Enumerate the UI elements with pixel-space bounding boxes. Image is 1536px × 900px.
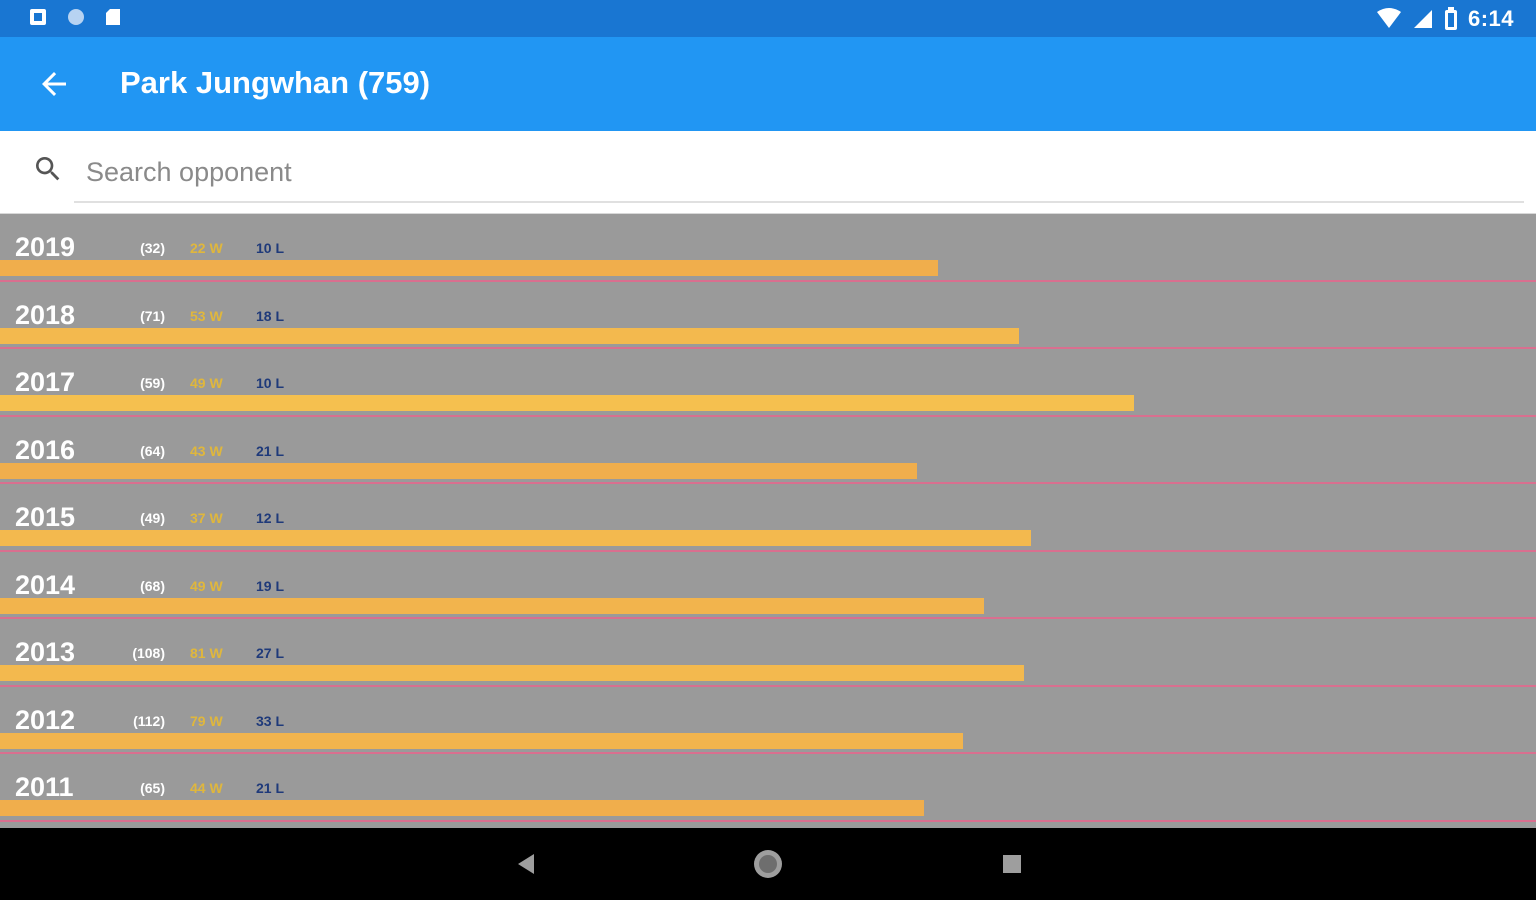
win-rate-bar [0, 462, 917, 479]
status-time: 6:14 [1467, 6, 1514, 31]
year-label: 2013 [15, 637, 76, 667]
win-rate-bar [0, 665, 1024, 681]
games-count: (32) [140, 240, 165, 256]
back-triangle-icon[interactable] [508, 846, 544, 882]
losses-count: 21 L [256, 442, 285, 459]
year-row[interactable]: 2013 (108) 81 W 27 L [0, 619, 1536, 687]
year-row[interactable]: 2015 (49) 37 W 12 L [0, 484, 1536, 552]
year-row[interactable]: 2014 (68) 49 W 19 L [0, 552, 1536, 619]
signal-icon [1413, 10, 1432, 28]
win-rate-bar [0, 260, 938, 276]
status-bar-right-icons: 6:14 [1376, 6, 1514, 32]
year-label: 2017 [15, 367, 76, 397]
search-underline [74, 201, 1524, 203]
games-count: (59) [140, 375, 165, 391]
losses-count: 12 L [256, 510, 285, 526]
wins-count: 53 W [190, 307, 223, 324]
year-label: 2019 [15, 232, 76, 262]
app-bar: Park Jungwhan (759) [0, 37, 1536, 131]
search-bar [0, 131, 1536, 214]
wins-count: 44 W [190, 780, 223, 796]
circle-icon [68, 9, 84, 25]
battery-icon [1444, 7, 1457, 30]
wins-count: 81 W [190, 645, 223, 661]
wins-count: 49 W [190, 375, 223, 391]
screenshot-icon [30, 9, 46, 25]
year-label: 2018 [15, 299, 76, 330]
search-input[interactable] [84, 147, 1528, 197]
home-circle-icon[interactable] [750, 846, 786, 882]
year-row[interactable]: 2012 (112) 79 W 33 L [0, 687, 1536, 754]
year-stats-list: 2019 (32) 22 W 10 L 2018 (71) 53 W 18 L 2017 (59)… [0, 214, 1536, 828]
losses-count: 21 L [256, 780, 285, 796]
search-icon [36, 157, 60, 181]
games-count: (68) [140, 577, 165, 594]
games-count: (108) [132, 645, 165, 661]
row-divider [0, 819, 1536, 822]
wins-count: 37 W [190, 510, 223, 526]
year-row[interactable]: 2017 (59) 49 W 10 L [0, 349, 1536, 417]
losses-count: 10 L [256, 375, 285, 391]
sd-card-icon [106, 9, 120, 25]
games-count: (65) [140, 780, 165, 796]
status-bar-left-icons [28, 7, 124, 27]
win-rate-bar [0, 732, 963, 749]
wins-count: 49 W [190, 577, 223, 594]
year-row[interactable]: 2019 (32) 22 W 10 L [0, 214, 1536, 282]
games-count: (64) [140, 442, 165, 459]
recents-square-icon[interactable] [994, 846, 1030, 882]
arrow-back-icon[interactable] [36, 66, 72, 102]
games-count: (71) [140, 307, 165, 324]
year-label: 2014 [15, 569, 76, 600]
year-row[interactable]: 2011 (65) 44 W 21 L [0, 754, 1536, 822]
win-rate-bar [0, 800, 924, 816]
win-rate-bar [0, 530, 1031, 546]
year-row[interactable]: 2016 (64) 43 W 21 L [0, 417, 1536, 484]
year-label: 2016 [15, 434, 76, 465]
status-bar: 6:14 [0, 0, 1536, 37]
wins-count: 22 W [190, 240, 223, 256]
navigation-bar [0, 828, 1536, 900]
year-row[interactable]: 2018 (71) 53 W 18 L [0, 282, 1536, 349]
year-label: 2012 [15, 704, 76, 735]
win-rate-bar [0, 395, 1134, 411]
losses-count: 27 L [256, 645, 285, 661]
losses-count: 10 L [256, 240, 285, 256]
losses-count: 33 L [256, 712, 285, 729]
year-label: 2015 [15, 502, 76, 532]
losses-count: 19 L [256, 577, 285, 594]
year-label: 2011 [15, 772, 74, 802]
win-rate-bar [0, 327, 1019, 344]
losses-count: 18 L [256, 307, 285, 324]
games-count: (112) [133, 712, 165, 729]
page-title: Park Jungwhan (759) [120, 65, 431, 100]
wins-count: 79 W [190, 712, 223, 729]
wifi-icon [1376, 8, 1401, 28]
win-rate-bar [0, 597, 984, 614]
wins-count: 43 W [190, 442, 223, 459]
games-count: (49) [140, 510, 165, 526]
